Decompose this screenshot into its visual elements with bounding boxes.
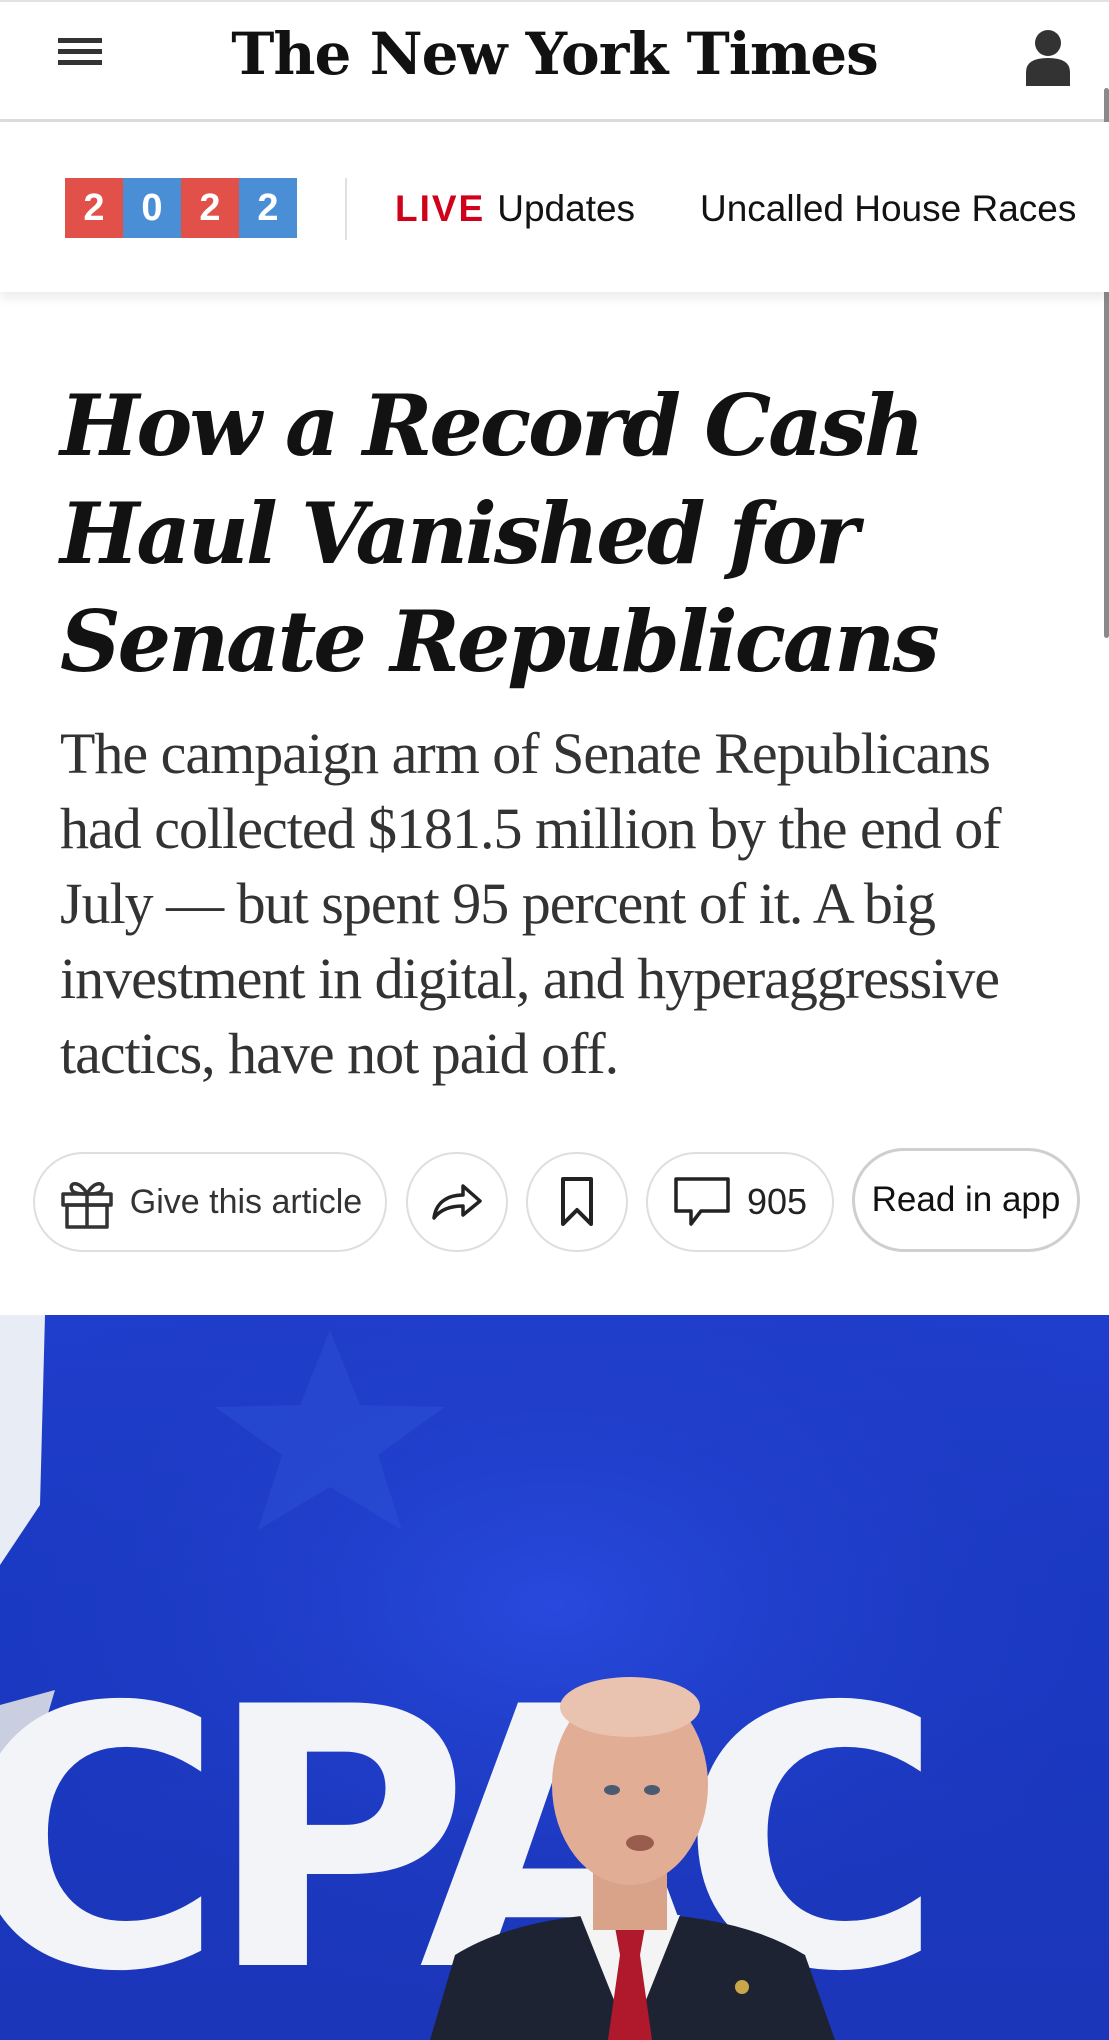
article-lead-photo: CPAC <box>0 1315 1109 2040</box>
election-subnav: 2 0 2 2 LIVE Updates Uncalled House Races <box>0 122 1109 292</box>
give-article-button[interactable]: Give this article <box>33 1152 387 1252</box>
article-summary: The campaign arm of Senate Republicans h… <box>60 721 1002 1086</box>
year-digit: 2 <box>239 178 297 238</box>
share-button[interactable] <box>406 1152 508 1252</box>
live-updates-text: Updates <box>497 188 636 229</box>
photo-scene: CPAC <box>0 1315 1109 2040</box>
year-digit: 0 <box>123 178 181 238</box>
article-headline: How a Record Cash Haul Vanished for Sena… <box>60 376 940 691</box>
save-bookmark-button[interactable] <box>526 1152 628 1252</box>
masthead-logo[interactable]: The New York Times <box>0 14 1109 94</box>
year-digit: 2 <box>181 178 239 238</box>
share-arrow-icon <box>432 1184 482 1220</box>
comments-button[interactable]: 905 <box>646 1152 834 1252</box>
bookmark-icon <box>561 1177 593 1226</box>
account-person-icon[interactable] <box>1024 28 1072 86</box>
read-in-app-label: Read in app <box>871 1180 1061 1219</box>
comment-bubble-icon <box>674 1177 730 1226</box>
read-in-app-button[interactable]: Read in app <box>852 1148 1080 1252</box>
give-article-label: Give this article <box>129 1182 363 1221</box>
live-updates-link[interactable]: LIVE Updates <box>395 186 635 232</box>
comment-count: 905 <box>746 1181 808 1222</box>
election-2022-badge[interactable]: 2 0 2 2 <box>65 178 297 238</box>
gift-icon <box>61 1182 113 1229</box>
year-digit: 2 <box>65 178 123 238</box>
subnav-divider <box>345 178 347 240</box>
live-label: LIVE <box>395 188 486 229</box>
top-navigation-bar: The New York Times <box>0 0 1109 122</box>
uncalled-house-races-link[interactable]: Uncalled House Races <box>700 186 1076 232</box>
